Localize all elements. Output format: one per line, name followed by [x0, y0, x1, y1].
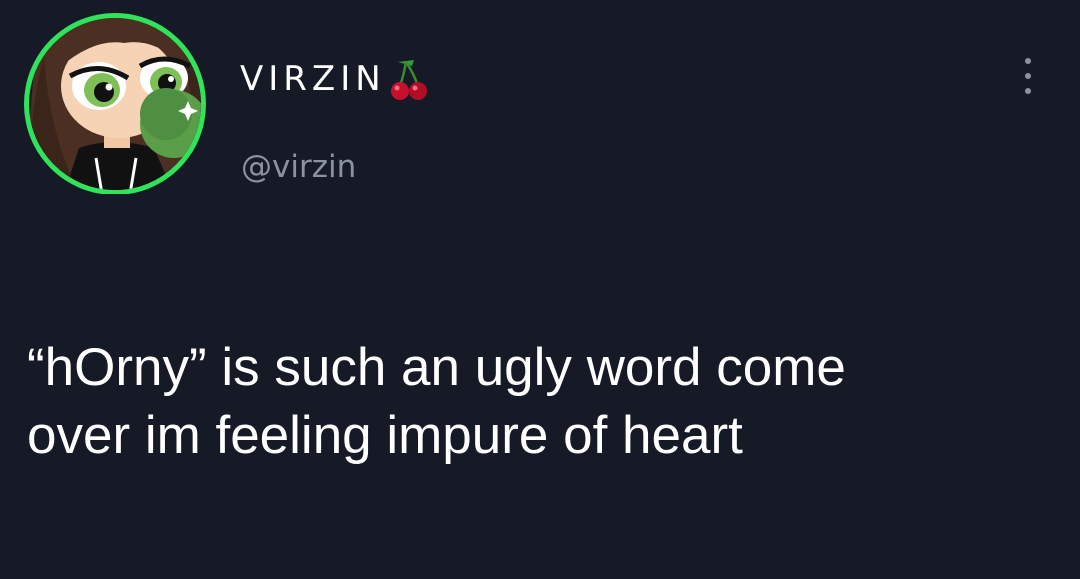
display-name[interactable]: VIRZIN: [240, 62, 386, 96]
cherry-icon: [390, 56, 430, 102]
more-options-icon[interactable]: [1013, 56, 1043, 96]
display-name-row[interactable]: VIRZIN: [240, 56, 430, 102]
user-handle[interactable]: @virzin: [241, 152, 356, 183]
avatar[interactable]: [24, 8, 206, 195]
more-dot: [1025, 58, 1031, 64]
more-dot: [1025, 88, 1031, 94]
tweet-card: VIRZIN @virzin “hOrny” is such an ugly w…: [0, 0, 1080, 579]
tweet-text: “hOrny” is such an ugly word come over i…: [27, 338, 846, 465]
more-dot: [1025, 73, 1031, 79]
avatar-illustration: [24, 13, 206, 195]
